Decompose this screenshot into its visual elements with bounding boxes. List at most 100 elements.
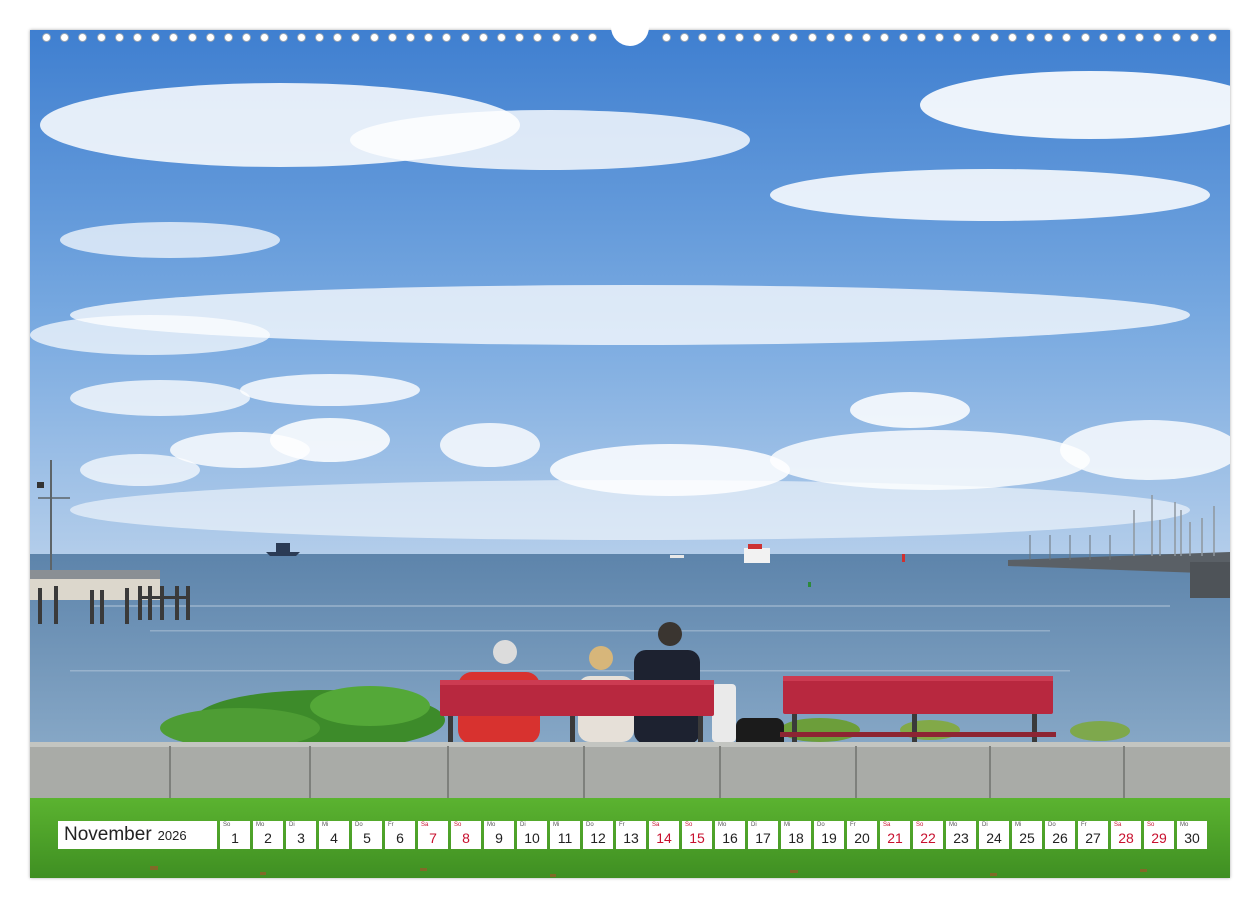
weekday-abbrev: Fr bbox=[1081, 822, 1087, 828]
calendar-day: Mo 30 bbox=[1177, 821, 1207, 849]
binding-hole bbox=[296, 33, 306, 42]
weekday-abbrev: Do bbox=[1048, 822, 1056, 828]
binding-hole bbox=[916, 33, 926, 42]
day-number: 13 bbox=[623, 830, 639, 846]
calendar-day: Sa 28 bbox=[1111, 821, 1141, 849]
weekday-abbrev: Do bbox=[586, 822, 594, 828]
day-number: 26 bbox=[1052, 830, 1068, 846]
calendar-day: Di 24 bbox=[979, 821, 1009, 849]
binding-hole bbox=[1080, 33, 1090, 42]
binding-hole bbox=[96, 33, 106, 42]
binding-hole bbox=[716, 33, 726, 42]
binding-hole bbox=[260, 33, 270, 42]
day-number: 29 bbox=[1151, 830, 1167, 846]
weekday-abbrev: So bbox=[916, 822, 924, 828]
binding-hole bbox=[1117, 33, 1126, 42]
day-number: 30 bbox=[1184, 830, 1200, 846]
day-number: 27 bbox=[1085, 830, 1101, 846]
weekday-abbrev: Mi bbox=[553, 822, 560, 828]
calendar-day: Mo 9 bbox=[484, 821, 514, 849]
binding-hole bbox=[569, 33, 579, 42]
day-number: 3 bbox=[297, 830, 305, 846]
binding-hole bbox=[242, 33, 252, 42]
binding-hole bbox=[205, 33, 215, 42]
day-number: 28 bbox=[1118, 830, 1134, 846]
binding-hole bbox=[680, 33, 690, 42]
weekday-abbrev: Mi bbox=[1015, 822, 1022, 828]
binding-hole bbox=[278, 33, 288, 42]
day-number: 18 bbox=[788, 830, 804, 846]
binding-hole bbox=[406, 33, 415, 42]
binding-hole bbox=[497, 33, 506, 42]
calendar-day: So 8 bbox=[451, 821, 481, 849]
day-number: 6 bbox=[396, 830, 404, 846]
binding-hole bbox=[880, 33, 890, 42]
binding-hole bbox=[551, 33, 561, 42]
weekday-abbrev: So bbox=[454, 822, 462, 828]
day-number: 21 bbox=[887, 830, 903, 846]
calendar-day: So 29 bbox=[1144, 821, 1174, 849]
day-number: 9 bbox=[495, 830, 503, 846]
binding-hole bbox=[935, 33, 944, 42]
day-number: 12 bbox=[590, 830, 606, 846]
binding-hole bbox=[662, 33, 671, 42]
binding-hole bbox=[1135, 33, 1145, 42]
calendar-day: So 15 bbox=[682, 821, 712, 849]
weekday-abbrev: Di bbox=[289, 822, 295, 828]
binding-hole bbox=[844, 33, 853, 42]
binding-hole bbox=[114, 33, 124, 42]
day-number: 16 bbox=[722, 830, 738, 846]
binding-hole bbox=[424, 33, 434, 42]
binding-hole bbox=[60, 33, 70, 42]
calendar-day: Sa 21 bbox=[880, 821, 910, 849]
day-number: 23 bbox=[953, 830, 969, 846]
binding-hole bbox=[1044, 33, 1054, 42]
binding-hole bbox=[753, 33, 762, 42]
binding-hole bbox=[515, 33, 525, 42]
binding-hole bbox=[224, 33, 233, 42]
weekday-abbrev: Fr bbox=[850, 822, 856, 828]
day-number: 1 bbox=[231, 830, 239, 846]
binding-hole bbox=[825, 33, 835, 42]
weekday-abbrev: Sa bbox=[1114, 822, 1122, 828]
weekday-abbrev: Mi bbox=[784, 822, 791, 828]
weekday-abbrev: Fr bbox=[619, 822, 625, 828]
weekday-abbrev: So bbox=[685, 822, 693, 828]
day-number: 14 bbox=[656, 830, 672, 846]
binding-hole bbox=[333, 33, 343, 42]
day-number: 7 bbox=[429, 830, 437, 846]
binding-hole bbox=[1026, 33, 1035, 42]
weekday-abbrev: Do bbox=[817, 822, 825, 828]
binding-hole bbox=[789, 33, 799, 42]
binding-hole bbox=[971, 33, 981, 42]
calendar-day: Mi 18 bbox=[781, 821, 811, 849]
calendar-day: Do 5 bbox=[352, 821, 382, 849]
calendar-day: Di 10 bbox=[517, 821, 547, 849]
weekday-abbrev: Di bbox=[982, 822, 988, 828]
calendar-day: Do 12 bbox=[583, 821, 613, 849]
calendar-day: Sa 7 bbox=[418, 821, 448, 849]
binding-hole bbox=[1189, 33, 1199, 42]
calendar-day: Mi 25 bbox=[1012, 821, 1042, 849]
binding-hole bbox=[369, 33, 379, 42]
calendar-day: Mo 23 bbox=[946, 821, 976, 849]
binding-hole bbox=[533, 33, 543, 42]
calendar-day: Di 17 bbox=[748, 821, 778, 849]
day-number: 10 bbox=[524, 830, 540, 846]
weekday-abbrev: Mo bbox=[487, 822, 496, 828]
binding-hole bbox=[734, 33, 744, 42]
month-year: 2026 bbox=[157, 827, 187, 843]
binding-hole bbox=[133, 33, 142, 42]
calendar-day: Mi 11 bbox=[550, 821, 580, 849]
concrete-wall bbox=[30, 742, 1230, 798]
binding-hole bbox=[151, 33, 161, 42]
day-number: 11 bbox=[557, 830, 573, 846]
calendar-day: Fr 27 bbox=[1078, 821, 1108, 849]
weekday-abbrev: Sa bbox=[652, 822, 660, 828]
calendar-day: Mo 2 bbox=[253, 821, 283, 849]
calendar-day: Fr 20 bbox=[847, 821, 877, 849]
calendar-day: Do 19 bbox=[814, 821, 844, 849]
weekday-abbrev: Mo bbox=[949, 822, 958, 828]
day-number: 5 bbox=[363, 830, 371, 846]
weekday-abbrev: So bbox=[223, 822, 231, 828]
